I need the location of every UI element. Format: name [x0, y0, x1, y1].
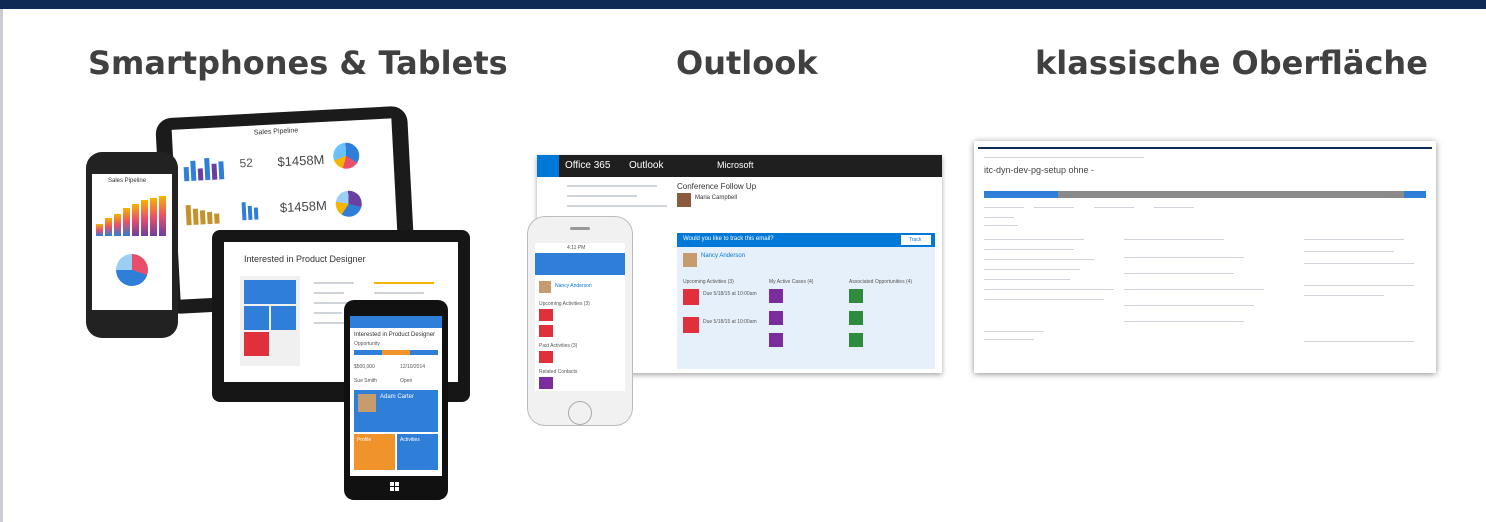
home-button[interactable]: [568, 401, 592, 425]
iphone-time: 4:11 PM: [567, 245, 586, 251]
classic-process-bar: [984, 191, 1426, 198]
ipad-kpi-revenue: $1458M: [277, 151, 325, 170]
opportunities-header: Associated Opportunities (4): [849, 279, 913, 285]
winphone-field-2: Open: [400, 378, 413, 384]
iphone-device: Sales Pipeline: [86, 152, 178, 338]
office365-label: Office 365: [565, 160, 611, 171]
winphone-tile-blue[interactable]: Activities: [397, 434, 438, 470]
ipad-pie-chart-2: [335, 190, 363, 218]
winphone-value-1: $500,000: [354, 364, 375, 370]
ipad-pie-chart-1: [332, 142, 360, 170]
outlook-app-label: Outlook: [629, 160, 664, 171]
iphone-outlook-screen: 4:11 PM Nancy Anderson Upcoming Activiti…: [535, 243, 625, 391]
winphone-subtitle: Opportunity: [354, 341, 380, 347]
iphone-screen: Sales Pipeline: [92, 174, 172, 310]
iphone-pie-chart: [116, 254, 148, 286]
track-prompt: Would you like to track this email?: [683, 236, 774, 242]
winphone-tile-2-label: Activities: [400, 437, 420, 443]
speaker-grille: [570, 227, 590, 230]
winphone-title: Interested in Product Designer: [354, 332, 436, 338]
outlook-header-bar: Office 365 Outlook Microsoft: [537, 155, 942, 177]
ipad-bar-chart-2: [183, 197, 232, 226]
left-border-line: [0, 9, 3, 522]
microsoft-brand-label: Microsoft: [717, 160, 754, 170]
ipad-bar-chart-1: [181, 151, 230, 182]
email-subject: Conference Follow Up: [677, 182, 757, 191]
crm-tracking-pane: Would you like to track this email? Trac…: [677, 233, 935, 369]
track-button-label: Track: [909, 237, 922, 243]
surface-record-title: Interested in Product Designer: [244, 254, 366, 264]
heading-smartphones-tablets: Smartphones & Tablets: [88, 44, 508, 82]
winphone-process-bar: [354, 350, 438, 355]
ipad-bar-chart-3: [241, 197, 272, 221]
classic-crm-window: itc-dyn-dev-pg-setup ohne -: [974, 141, 1436, 373]
contact-avatar: [358, 394, 376, 412]
activity-due-1: Due 5/18/15 at 10:00am: [703, 291, 757, 297]
activity-due-2: Due 5/18/15 at 10:00am: [703, 319, 757, 325]
winphone-contact-name: Adam Carter: [380, 394, 415, 400]
windows-phone-screen: Interested in Product Designer Opportuni…: [350, 316, 442, 476]
crm-contact-name[interactable]: Nancy Anderson: [701, 253, 745, 259]
surface-contact-panel: [240, 276, 300, 366]
sender-avatar: [677, 193, 691, 207]
winphone-contact-tile[interactable]: Adam Carter: [354, 390, 438, 432]
cases-header: My Active Cases (4): [769, 279, 814, 285]
ipad-kpi-revenue-2: $1458M: [279, 197, 328, 216]
contact-avatar: [683, 253, 697, 267]
winphone-field-1: Sue Smith: [354, 378, 378, 384]
ipad-kpi-count: 52: [239, 155, 254, 171]
iphone-stacked-chart: [96, 196, 168, 236]
iphone-title: Sales Pipeline: [108, 178, 147, 184]
classic-record-title: itc-dyn-dev-pg-setup ohne -: [984, 165, 1095, 175]
iphone-upcoming-header: Upcoming Activities (3): [539, 301, 590, 307]
winphone-value-2: 12/10/2014: [400, 364, 426, 370]
heading-classic-interface: klassische Oberfläche: [1035, 44, 1428, 82]
iphone-past-header: Past Activities (3): [539, 343, 578, 349]
iphone-outlook-device: 4:11 PM Nancy Anderson Upcoming Activiti…: [527, 216, 633, 426]
windows-logo-icon: [390, 482, 400, 492]
iphone-related-header: Related Contacts: [539, 369, 578, 375]
track-button[interactable]: Track: [901, 235, 931, 245]
ipad-title: Sales Pipeline: [253, 127, 299, 137]
app-launcher-icon[interactable]: [537, 155, 559, 177]
winphone-tile-1-label: Profile: [357, 437, 372, 443]
winphone-tile-orange[interactable]: Profile: [354, 434, 395, 470]
iphone-contact-name[interactable]: Nancy Anderson: [555, 283, 592, 289]
top-accent-bar: [0, 0, 1486, 9]
email-sender: Maria Campbell: [695, 195, 738, 201]
heading-outlook: Outlook: [676, 44, 818, 82]
windows-phone-device: Interested in Product Designer Opportuni…: [344, 300, 448, 500]
activities-header: Upcoming Activities (3): [683, 279, 734, 285]
